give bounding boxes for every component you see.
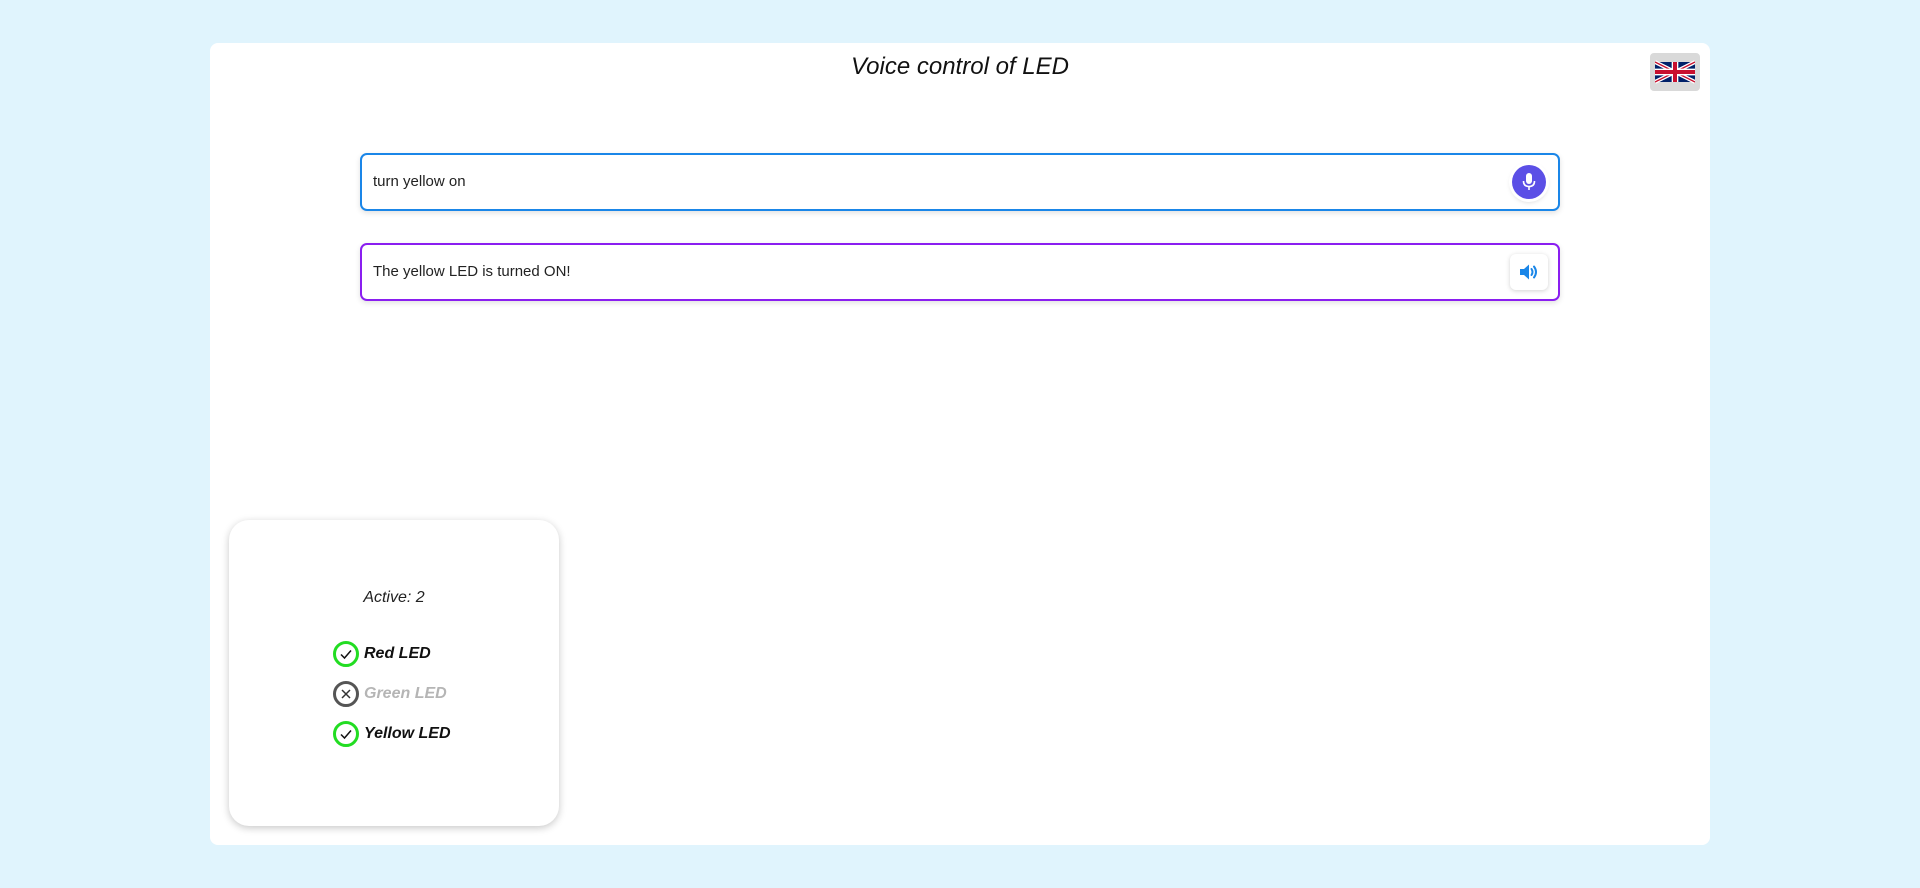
led-item-red: Red LED	[333, 634, 451, 674]
check-icon	[333, 721, 359, 747]
check-icon	[333, 641, 359, 667]
speaker-icon	[1520, 264, 1537, 280]
app-card: Voice control of LED The yellow LED is t…	[210, 43, 1710, 845]
led-label: Yellow LED	[364, 725, 451, 742]
query-field	[360, 153, 1560, 211]
page-title: Voice control of LED	[851, 53, 1069, 80]
led-item-green: Green LED	[333, 674, 451, 714]
query-input[interactable]	[373, 155, 1473, 209]
led-label: Red LED	[364, 645, 431, 662]
led-label: Green LED	[364, 685, 447, 702]
x-icon	[333, 681, 359, 707]
microphone-icon	[1522, 173, 1536, 190]
uk-flag-icon	[1655, 60, 1695, 84]
response-text: The yellow LED is turned ON!	[373, 263, 571, 280]
led-list: Red LED Green LED Yellow LED	[333, 634, 451, 754]
speaker-button[interactable]	[1510, 254, 1548, 290]
led-item-yellow: Yellow LED	[333, 714, 451, 754]
response-field: The yellow LED is turned ON!	[360, 243, 1560, 301]
led-status-panel: Active: 2 Red LED Green LED Yellow LED	[229, 520, 559, 826]
active-count: Active: 2	[363, 589, 425, 606]
mic-button[interactable]	[1512, 165, 1546, 199]
language-button[interactable]	[1650, 53, 1700, 91]
